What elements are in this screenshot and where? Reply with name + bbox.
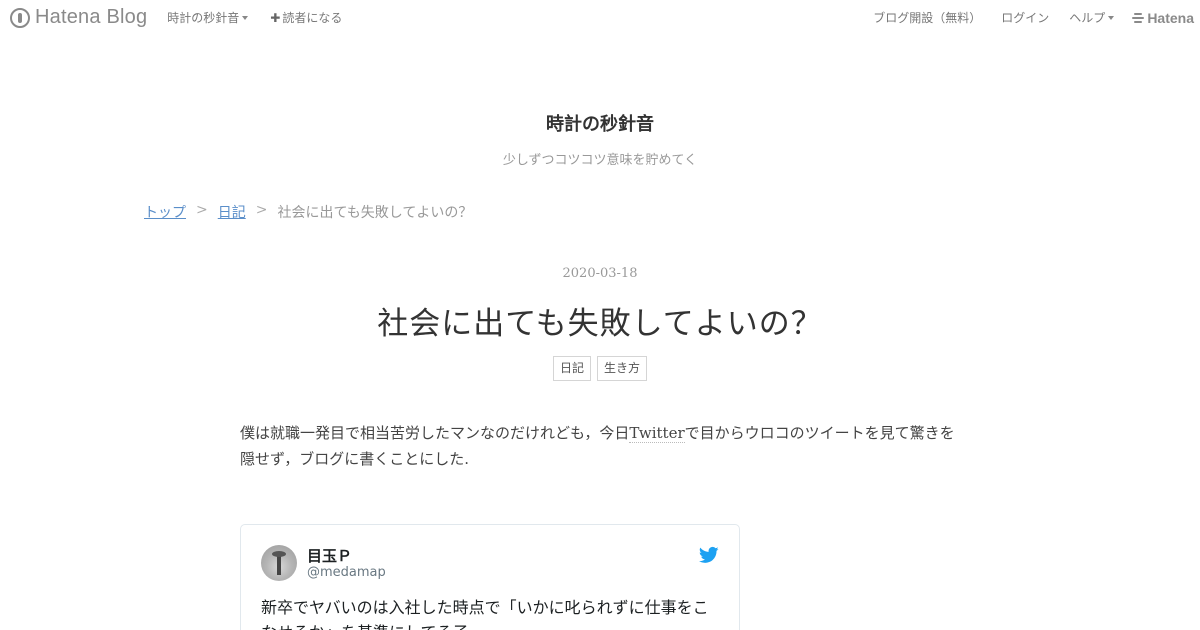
blog-description: 少しずつコツコツ意味を貯めてく bbox=[502, 153, 698, 168]
hatena-blog-logo-text: Hatena Blog bbox=[35, 6, 148, 28]
breadcrumb-separator: > bbox=[255, 202, 268, 218]
entry-body: 僕は就職一発目で相当苦労したマンなのだけれども，今日Twitterで目からウロコ… bbox=[240, 420, 960, 472]
twitter-bird-icon[interactable] bbox=[699, 545, 719, 565]
entry-date[interactable]: 2020-03-18 bbox=[0, 266, 1200, 281]
blog-menu-label: 時計の秒針音 bbox=[167, 11, 240, 25]
breadcrumb: トップ > 日記 > 社会に出ても失敗してよいの？ bbox=[144, 202, 472, 222]
breadcrumb-current: 社会に出ても失敗してよいの？ bbox=[277, 205, 473, 221]
help-label: ヘルプ bbox=[1069, 11, 1106, 25]
entry-body-text: 僕は就職一発目で相当苦労したマンなのだけれども，今日 bbox=[240, 424, 630, 442]
subscribe-button[interactable]: ✚ 読者になる bbox=[270, 9, 342, 26]
create-blog-link[interactable]: ブログ開設（無料） bbox=[873, 9, 981, 26]
hatena-logo[interactable]: Hatena bbox=[1132, 10, 1194, 26]
tweet-author-name[interactable]: 目玉Ｐ bbox=[307, 545, 352, 566]
chevron-down-icon bbox=[242, 15, 249, 20]
entry-categories: 日記 生き方 bbox=[0, 356, 1200, 381]
keyword-link[interactable]: Twitter bbox=[629, 424, 685, 443]
global-header-left: Hatena Blog 時計の秒針音 ✚ 読者になる bbox=[10, 6, 342, 29]
global-header: Hatena Blog 時計の秒針音 ✚ 読者になる ブログ開設（無料） ログイ… bbox=[0, 0, 1200, 36]
embedded-tweet[interactable]: 目玉Ｐ @medamap 新卒でヤバいのは入社した時点で「いかに叱られずに仕事を… bbox=[240, 524, 740, 630]
login-link[interactable]: ログイン bbox=[1001, 9, 1049, 26]
hatena-blog-logo[interactable]: Hatena Blog bbox=[10, 6, 147, 29]
breadcrumb-separator: > bbox=[196, 202, 208, 218]
breadcrumb-diary-link[interactable]: 日記 bbox=[218, 202, 246, 222]
blog-title[interactable]: 時計の秒針音 bbox=[0, 110, 1200, 136]
chevron-down-icon bbox=[1108, 15, 1115, 20]
plus-icon: ✚ bbox=[270, 10, 281, 25]
tweet-author-handle[interactable]: @medamap bbox=[307, 565, 386, 580]
tweet-text: 新卒でヤバいのは入社した時点で「いかに叱られずに仕事をこなせるか」を基準にしてる… bbox=[261, 598, 709, 630]
category-diary[interactable]: 日記 bbox=[552, 356, 591, 381]
help-dropdown[interactable]: ヘルプ bbox=[1069, 9, 1115, 26]
blog-menu-dropdown[interactable]: 時計の秒針音 bbox=[167, 9, 249, 26]
breadcrumb-top-link[interactable]: トップ bbox=[144, 202, 186, 222]
hatena-logo-icon bbox=[1132, 12, 1145, 23]
hatena-blog-logo-icon bbox=[10, 7, 30, 28]
entry-title[interactable]: 社会に出ても失敗してよいの？ bbox=[0, 298, 1200, 343]
category-way-of-life[interactable]: 生き方 bbox=[597, 356, 648, 381]
subscribe-label: 読者になる bbox=[282, 11, 343, 25]
hatena-logo-text: Hatena bbox=[1147, 9, 1194, 26]
global-header-right: ブログ開設（無料） ログイン ヘルプ Hatena bbox=[853, 9, 1194, 26]
avatar[interactable] bbox=[261, 545, 297, 581]
